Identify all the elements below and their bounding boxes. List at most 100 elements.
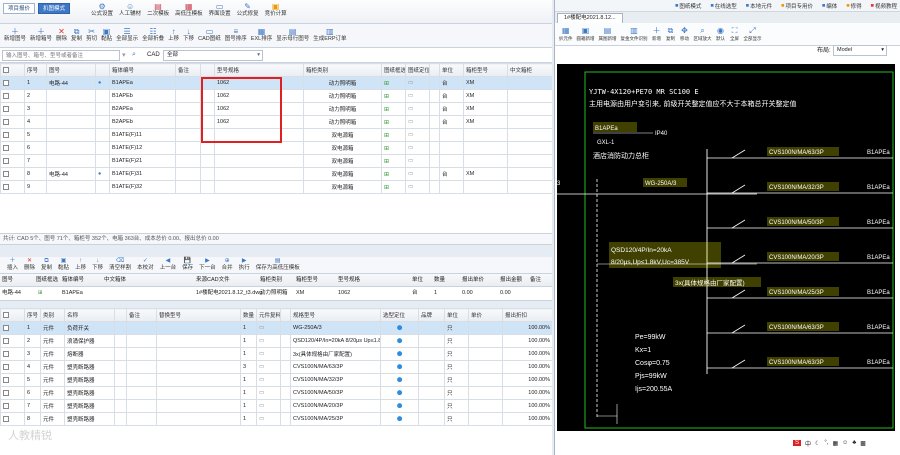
component-header-9[interactable] <box>280 308 291 322</box>
cad-tool-1[interactable]: ▣ 圆箱新增 <box>577 26 595 42</box>
column-header-6[interactable] <box>200 63 215 77</box>
toolbar-button-10[interactable]: ▭ CAD图纸 <box>198 27 221 47</box>
row-checkbox[interactable] <box>3 183 9 190</box>
row-checkbox[interactable] <box>3 157 9 164</box>
lang-icon[interactable]: 中 <box>805 439 811 448</box>
toolbar-button-9[interactable]: ↓ 下移 <box>183 27 194 47</box>
right-button-4[interactable]: ■ 编体 <box>819 2 840 10</box>
column-header-8[interactable]: 箱柜类别 <box>303 63 382 77</box>
row-checkbox[interactable] <box>3 350 9 357</box>
cad-tool-0[interactable]: ▦ 扒元件 <box>559 26 573 42</box>
detail-toolbar-button-3[interactable]: ▣ 黏贴 <box>58 258 69 273</box>
row-checkbox[interactable] <box>3 105 9 112</box>
right-button-6[interactable]: ■ 视频教程 <box>868 2 900 10</box>
component-row[interactable]: 7 元件 塑壳断路器 1 ▭ CVS100N/MA/20/3P ⬤ 只 100.00% <box>0 399 552 413</box>
locate-icon[interactable]: ▭ <box>408 145 413 151</box>
location-pin-icon[interactable]: ⬤ <box>397 364 403 370</box>
table-row[interactable]: 7 B1ATE(F)21 双电源箱 ⊞ ▭ <box>0 154 552 168</box>
location-pin-icon[interactable]: ⬤ <box>397 325 403 331</box>
labor-button[interactable]: ☺ 人工辅材 <box>119 2 141 18</box>
component-header-0[interactable] <box>0 308 25 322</box>
row-checkbox[interactable] <box>3 402 9 409</box>
toolbar-button-6[interactable]: ☰ 全部显示 <box>116 27 138 47</box>
row-checkbox[interactable] <box>3 131 9 138</box>
detail-toolbar-button-0[interactable]: ＋插入 <box>7 258 18 273</box>
component-header-2[interactable]: 类别 <box>40 308 65 322</box>
detail-row[interactable]: 电路-44 ⊞ B1APEa 1#楼配电2021.8.12_t3.dwg 动力照… <box>0 287 552 301</box>
layout-select[interactable]: Model ▾ <box>833 45 887 56</box>
bid-calc-button[interactable]: ▣ 竞价计算 <box>265 2 287 18</box>
toolbar-button-2[interactable]: ✕ 删除 <box>56 27 67 47</box>
frame-select-icon[interactable]: ⊞ <box>384 159 389 165</box>
detail-toolbar-button-4[interactable]: ↑ 上移 <box>75 258 86 273</box>
cad-tool-8[interactable]: ◉ 默认 <box>716 26 726 42</box>
row-checkbox[interactable] <box>3 118 9 125</box>
frame-select-icon[interactable]: ⊞ <box>384 120 389 126</box>
row-checkbox[interactable] <box>3 376 9 383</box>
locate-icon[interactable]: ▭ <box>259 325 264 331</box>
column-header-10[interactable]: 图纸定位 <box>405 63 430 77</box>
table-row[interactable]: 6 B1ATE(F)12 双电源箱 ⊞ ▭ <box>0 141 552 155</box>
punct-icon[interactable]: °, <box>824 440 828 446</box>
row-checkbox[interactable] <box>3 363 9 370</box>
toolbar-button-8[interactable]: ↑ 上移 <box>168 27 179 47</box>
component-header-11[interactable]: 选型定位 <box>380 308 419 322</box>
column-header-9[interactable]: 图纸框选 <box>381 63 406 77</box>
toolbar-button-5[interactable]: ▣ 黏贴 <box>101 27 112 47</box>
column-header-7[interactable]: 型号规格 <box>214 63 304 77</box>
row-checkbox[interactable] <box>3 389 9 396</box>
locate-icon[interactable]: ▭ <box>259 364 264 370</box>
detail-toolbar-button-8[interactable]: ◀ 上一台 <box>160 258 177 273</box>
frame-select-icon[interactable]: ⊞ <box>384 146 389 152</box>
column-header-5[interactable]: 备注 <box>175 63 201 77</box>
row-checkbox[interactable] <box>3 79 9 86</box>
toolbar-button-13[interactable]: ▤ 显示母行图号 <box>276 27 309 47</box>
detail-toolbar-button-5[interactable]: ↓ 下移 <box>92 258 103 273</box>
toolbar-button-0[interactable]: ＋新增图号 <box>4 27 26 47</box>
column-header-4[interactable]: 箱体编号 <box>109 63 176 77</box>
locate-icon[interactable]: ▭ <box>408 119 413 125</box>
cad-tool-10[interactable]: ⤢ 全部显示 <box>744 26 762 42</box>
component-header-7[interactable]: 数量 <box>240 308 257 322</box>
column-header-2[interactable]: 图号 <box>46 63 96 77</box>
right-button-1[interactable]: ■ 在线选型 <box>707 2 739 10</box>
frame-select-icon[interactable]: ⊞ <box>38 287 43 300</box>
locate-icon[interactable]: ▭ <box>408 106 413 112</box>
cad-canvas[interactable]: YJTW-4X120+PE70 MR SC100 E 主用电源由用户变引来, 前… <box>557 64 895 431</box>
cad-tool-3[interactable]: ▥ 复金文件识别 <box>621 26 648 42</box>
table-row[interactable]: 9 B1ATE(F)32 双电源箱 ⊞ ▭ <box>0 180 552 194</box>
tab-project-quote[interactable]: 项目报价 <box>3 3 36 14</box>
toolbar-button-12[interactable]: ▦ EXL排序 <box>251 27 272 47</box>
detail-toolbar-button-10[interactable]: ▶ 下一台 <box>199 258 216 273</box>
component-row[interactable]: 8 元件 塑壳断路器 1 ▭ CVS100N/MA/25/3P ⬤ 只 100.00% <box>0 412 552 426</box>
locate-icon[interactable]: ▭ <box>259 403 264 409</box>
component-header-13[interactable]: 单位 <box>444 308 469 322</box>
column-header-14[interactable]: 中文箱柜 <box>507 63 552 77</box>
ui-settings-button[interactable]: ▭ 界面设置 <box>209 2 231 18</box>
component-row[interactable]: 3 元件 熔断器 1 ▭ 3x(具体规格由厂家配置) ⬤ 只 100.00% <box>0 347 552 361</box>
detail-toolbar-button-2[interactable]: ⧉ 复制 <box>41 258 52 273</box>
cad-tool-6[interactable]: ✥ 移动 <box>680 26 690 42</box>
column-header-3[interactable] <box>95 63 110 77</box>
detail-toolbar-button-11[interactable]: ⊕ 合并 <box>222 258 233 273</box>
component-header-8[interactable]: 元件复料 <box>256 308 281 322</box>
right-button-3[interactable]: ■ 项目专用价 <box>778 2 816 10</box>
keyboard-icon[interactable]: ▦ <box>833 440 839 447</box>
row-checkbox[interactable] <box>3 92 9 99</box>
search-input[interactable] <box>2 50 120 61</box>
chevron-down-icon[interactable]: ▾ <box>122 51 126 59</box>
row-checkbox[interactable] <box>3 415 9 422</box>
column-header-0[interactable] <box>0 63 25 77</box>
detail-toolbar-button-1[interactable]: ✕ 删除 <box>24 258 35 273</box>
toolbar-button-4[interactable]: ✂ 剪切 <box>86 27 97 47</box>
toolbar-button-7[interactable]: ☷ 全部折叠 <box>142 27 164 47</box>
cad-tool-5[interactable]: ⧉ 复制 <box>666 26 676 42</box>
location-pin-icon[interactable]: ⬤ <box>397 377 403 383</box>
cad-tool-7[interactable]: ⌕ 区域放大 <box>694 26 712 42</box>
hv-lv-template-button[interactable]: ▦ 高低压模板 <box>175 2 203 18</box>
right-button-2[interactable]: ■ 本地元件 <box>743 2 775 10</box>
component-row[interactable]: 4 元件 塑壳断路器 3 ▭ CVS100N/MA/63/3P ⬤ 只 100.00% <box>0 360 552 374</box>
locate-icon[interactable]: ▭ <box>408 171 413 177</box>
row-checkbox[interactable] <box>3 170 9 177</box>
locate-icon[interactable]: ▭ <box>259 377 264 383</box>
